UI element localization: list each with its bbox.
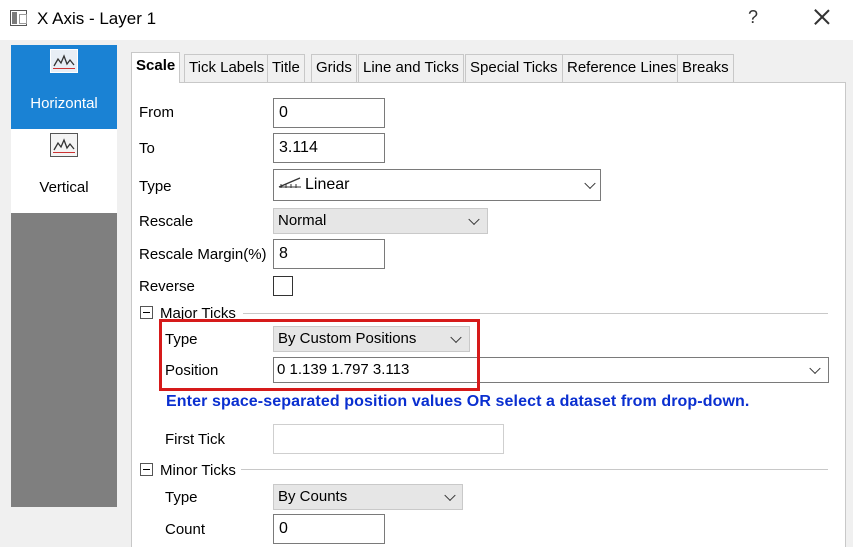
tab-breaks[interactable]: Breaks [677,54,734,82]
tab-line-and-ticks[interactable]: Line and Ticks [358,54,464,82]
title-bar: X Axis - Layer 1 ? [0,0,853,40]
chevron-down-icon [444,489,456,502]
minor-type-label: Type [165,489,198,506]
rescale-margin-input[interactable]: 8 [273,239,385,269]
chevron-down-icon [468,213,480,226]
major-ticks-divider [243,313,828,314]
type-label: Type [139,178,172,195]
to-input[interactable]: 3.114 [273,133,385,163]
tab-title[interactable]: Title [267,54,305,82]
highlight-box [159,319,480,391]
first-tick-input[interactable] [273,424,504,454]
minor-ticks-divider [241,469,828,470]
sidebar-item-horizontal[interactable]: Horizontal [11,45,117,129]
chevron-down-icon [809,362,821,375]
rescale-label: Rescale [139,213,194,230]
reverse-checkbox[interactable] [273,276,293,296]
count-label: Count [165,521,206,538]
scale-panel [131,82,846,547]
minor-type-select[interactable]: By Counts [273,484,463,510]
tab-special-ticks[interactable]: Special Ticks [465,54,563,82]
to-label: To [139,140,155,157]
scale-type-value: Linear [305,176,350,194]
reverse-label: Reverse [139,278,195,295]
close-icon[interactable] [810,5,834,29]
from-label: From [139,104,174,121]
minor-type-value: By Counts [278,488,348,505]
sidebar-item-label: Horizontal [30,95,98,112]
rescale-value: Normal [278,212,327,229]
from-input[interactable]: 0 [273,98,385,128]
linear-scale-icon [278,170,302,200]
chevron-down-icon [584,177,596,190]
rescale-margin-label: Rescale Margin(%) [139,246,267,263]
tab-scale[interactable]: Scale [131,52,181,83]
count-input[interactable]: 0 [273,514,385,544]
horizontal-axis-icon [50,49,78,73]
app-window-icon [10,10,27,26]
minor-ticks-header: Minor Ticks [160,462,236,479]
sidebar-item-label: Vertical [39,179,89,196]
sidebar-item-vertical[interactable]: Vertical [11,129,117,213]
first-tick-label: First Tick [165,431,225,448]
scale-type-select[interactable]: Linear [273,169,601,201]
position-hint: Enter space-separated position values OR… [166,393,750,410]
help-button[interactable]: ? [748,7,758,28]
vertical-axis-icon [50,133,78,157]
axis-sidebar: Horizontal Vertical [11,45,117,507]
minor-ticks-collapse-icon[interactable] [140,463,153,476]
tab-tick-labels[interactable]: Tick Labels [184,54,270,82]
major-ticks-collapse-icon[interactable] [140,306,153,319]
tab-grids[interactable]: Grids [311,54,357,82]
window-title: X Axis - Layer 1 [37,9,157,28]
rescale-select[interactable]: Normal [273,208,488,234]
tab-reference-lines[interactable]: Reference Lines [562,54,682,82]
